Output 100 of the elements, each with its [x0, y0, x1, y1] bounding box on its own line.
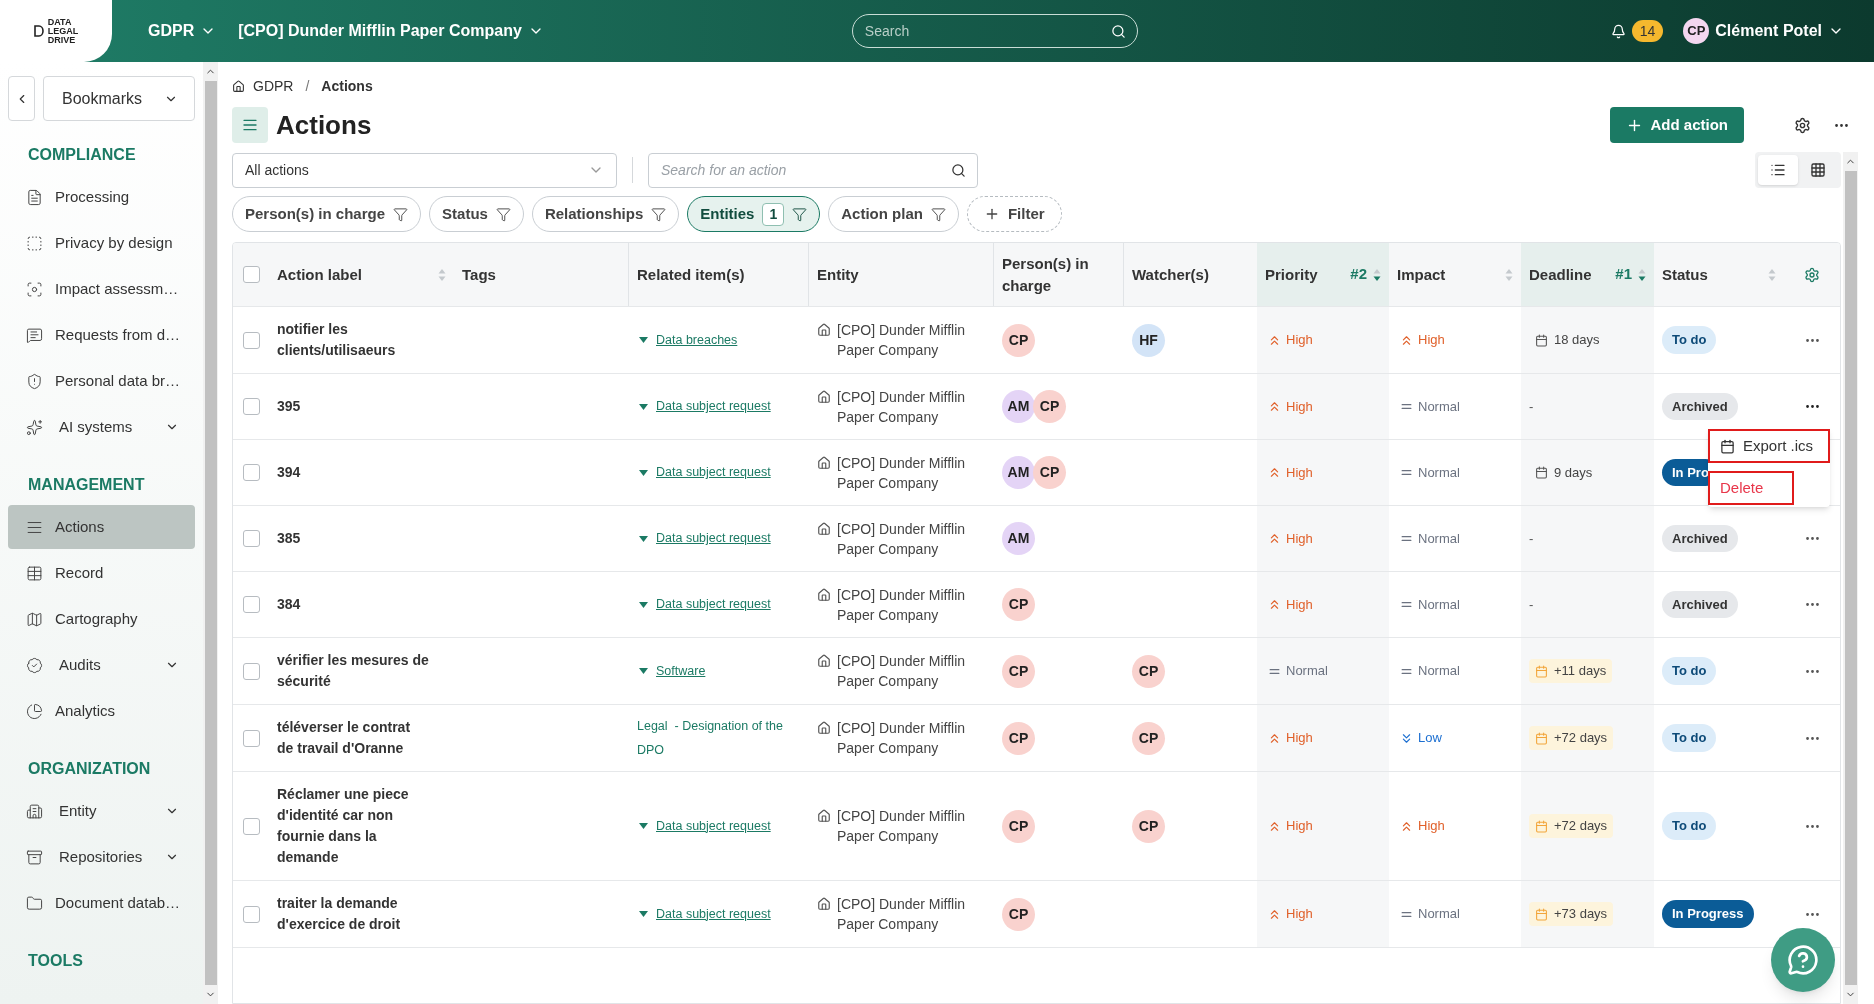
- row-checkbox[interactable]: [242, 817, 260, 835]
- row-checkbox[interactable]: [242, 398, 260, 415]
- calendar-icon: [1720, 438, 1735, 454]
- column-header[interactable]: Deadline #1: [1521, 243, 1654, 306]
- row-checkbox[interactable]: [242, 662, 260, 680]
- column-header[interactable]: Impact: [1389, 243, 1521, 306]
- avatar: AM: [1002, 522, 1035, 555]
- caret-down-icon[interactable]: [639, 823, 648, 829]
- scrollbar[interactable]: [1843, 152, 1858, 1004]
- related-item-link[interactable]: Data subject request: [656, 529, 771, 548]
- sidebar-item[interactable]: Cartography: [8, 597, 195, 641]
- row-checkbox[interactable]: [242, 596, 260, 613]
- calendar-icon: [1535, 333, 1548, 347]
- module-dropdown[interactable]: GDPR: [148, 19, 217, 43]
- sidebar-item[interactable]: Privacy by design: [8, 221, 195, 265]
- filter-count: 1: [762, 202, 785, 226]
- action-label[interactable]: traiter la demande d'exercice de droit: [277, 893, 446, 935]
- add-action-button[interactable]: Add action: [1609, 107, 1744, 143]
- delete-menu-item[interactable]: Delete: [1708, 471, 1794, 505]
- sort-icon[interactable]: [1638, 267, 1646, 282]
- action-label[interactable]: 385: [277, 528, 317, 549]
- row-checkbox[interactable]: [242, 331, 260, 349]
- sidebar-item[interactable]: Personal data br…: [8, 359, 195, 403]
- related-item-link[interactable]: Software: [656, 661, 706, 681]
- column-header: Related item(s): [629, 243, 809, 306]
- caret-down-icon[interactable]: [639, 337, 648, 343]
- caret-down-icon[interactable]: [639, 911, 648, 917]
- entity-name: [CPO] Dunder Mifflin Paper Company: [837, 652, 967, 691]
- filter-icon: [792, 206, 808, 222]
- action-label[interactable]: téléverser le contrat de travail d'Oranne: [277, 717, 446, 759]
- sidebar-item[interactable]: Record: [8, 551, 195, 595]
- sidebar-item[interactable]: Analytics: [8, 689, 195, 733]
- column-header[interactable]: Action label: [269, 243, 454, 306]
- sidebar-item[interactable]: Repositories: [8, 835, 195, 879]
- entity-name: [CPO] Dunder Mifflin Paper Company: [837, 387, 967, 427]
- export-menu-item[interactable]: Export .ics: [1708, 429, 1830, 463]
- column-header[interactable]: Priority #2: [1257, 243, 1389, 306]
- deadline-text: +72 days: [1554, 817, 1608, 836]
- home-icon[interactable]: [232, 80, 245, 93]
- sidebar-item[interactable]: Impact assessm…: [8, 267, 195, 311]
- breadcrumb-item[interactable]: GDPR: [253, 76, 294, 97]
- list-view-button[interactable]: [1758, 155, 1798, 185]
- column-header[interactable]: Status: [1654, 243, 1784, 306]
- organization-dropdown[interactable]: [CPO] Dunder Mifflin Paper Company: [238, 19, 544, 43]
- related-item-link[interactable]: Data breaches: [656, 330, 738, 350]
- bell-icon[interactable]: [1610, 23, 1626, 39]
- avatar: CP: [1002, 588, 1035, 621]
- level-text: High: [1418, 817, 1445, 836]
- related-item-link[interactable]: Data subject request: [656, 904, 771, 924]
- action-label[interactable]: 395: [277, 396, 317, 417]
- sidebar-item[interactable]: Requests from d…: [8, 313, 195, 357]
- level-text: Low: [1418, 729, 1442, 748]
- sidebar-item[interactable]: Document datab…: [8, 881, 195, 925]
- level-text: Normal: [1418, 905, 1460, 924]
- related-item-link[interactable]: Data subject request: [656, 463, 771, 482]
- bookmarks-dropdown[interactable]: Bookmarks: [43, 76, 195, 121]
- avatar: CP: [1132, 809, 1165, 843]
- row-checkbox[interactable]: [242, 729, 260, 747]
- column-header: Tags: [454, 243, 629, 306]
- search-field[interactable]: Search: [851, 14, 1138, 48]
- check-badge-icon: [26, 656, 43, 674]
- action-label[interactable]: 394: [277, 462, 317, 483]
- level-text: Normal: [1418, 595, 1460, 614]
- row-checkbox[interactable]: [242, 905, 260, 923]
- row-checkbox[interactable]: [242, 464, 260, 481]
- action-label[interactable]: 384: [277, 594, 317, 615]
- caret-down-icon[interactable]: [639, 668, 648, 674]
- caret-down-icon[interactable]: [639, 601, 648, 608]
- view-select[interactable]: All actions: [232, 152, 617, 188]
- scrollbar[interactable]: [203, 62, 218, 1004]
- caret-down-icon[interactable]: [639, 469, 648, 476]
- help-button[interactable]: [1771, 928, 1835, 992]
- action-search-field[interactable]: Search for an action: [648, 152, 978, 188]
- calendar-icon: [1535, 664, 1548, 678]
- filter-icon: [393, 206, 409, 222]
- level-text: High: [1286, 595, 1313, 614]
- avatar: CP: [1002, 897, 1035, 931]
- user-avatar: CP: [1683, 18, 1710, 44]
- sidebar-item[interactable]: AI systems: [8, 405, 195, 449]
- sort-rank: #1: [1615, 264, 1632, 285]
- select-all-checkbox[interactable]: [242, 266, 260, 283]
- related-item-link[interactable]: Data subject request: [656, 397, 771, 416]
- caret-down-icon[interactable]: [639, 403, 648, 410]
- deadline-text: +72 days: [1554, 729, 1608, 748]
- sidebar-item[interactable]: Audits: [8, 643, 195, 687]
- sort-icon[interactable]: [1373, 267, 1381, 282]
- section-heading: ORGANIZATION: [27, 759, 152, 779]
- sidebar-item[interactable]: Processing: [8, 175, 195, 219]
- filter-chip[interactable]: Entities 1: [687, 196, 821, 232]
- row-checkbox[interactable]: [242, 530, 260, 547]
- settings-icon[interactable]: [1794, 116, 1811, 134]
- action-label[interactable]: vérifier les mesures de sécurité: [277, 650, 446, 692]
- sidebar-item[interactable]: Entity: [8, 789, 195, 833]
- caret-down-icon[interactable]: [639, 535, 648, 542]
- related-item-link[interactable]: Data subject request: [656, 816, 771, 836]
- sidebar-item[interactable]: Actions: [8, 505, 195, 549]
- user-menu[interactable]: CP Clément Potel: [1683, 18, 1844, 44]
- action-label[interactable]: notifier les clients/utilisaeurs: [277, 319, 446, 361]
- related-item-link[interactable]: Data subject request: [656, 595, 771, 614]
- action-label[interactable]: Réclamer une piece d'identité car non fournie dans la demande: [277, 784, 446, 868]
